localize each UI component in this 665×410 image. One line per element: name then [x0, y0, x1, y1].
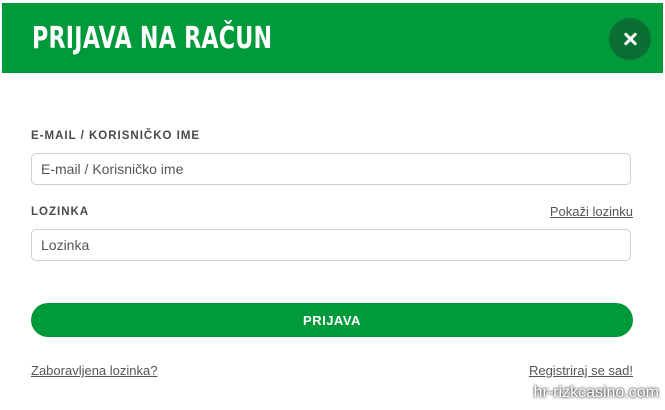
watermark: hr-rizkcasino.com [533, 384, 659, 401]
register-link[interactable]: Registriraj se sad! [529, 363, 633, 378]
login-submit-button[interactable]: PRIJAVA [31, 303, 633, 337]
close-icon [622, 31, 638, 47]
password-field[interactable] [31, 229, 631, 261]
forgot-password-link[interactable]: Zaboravljena lozinka? [31, 363, 157, 378]
email-field[interactable] [31, 153, 631, 185]
modal-header: PRIJAVA NA RAČUN [2, 3, 663, 73]
login-modal: PRIJAVA NA RAČUN E-MAIL / KORISNIČKO IME… [0, 0, 665, 410]
email-label: E-MAIL / KORISNIČKO IME [31, 130, 201, 142]
modal-title: PRIJAVA NA RAČUN [32, 21, 273, 56]
show-password-link[interactable]: Pokaži lozinku [550, 204, 633, 219]
password-label: LOZINKA [31, 206, 90, 218]
close-button[interactable] [609, 18, 651, 60]
